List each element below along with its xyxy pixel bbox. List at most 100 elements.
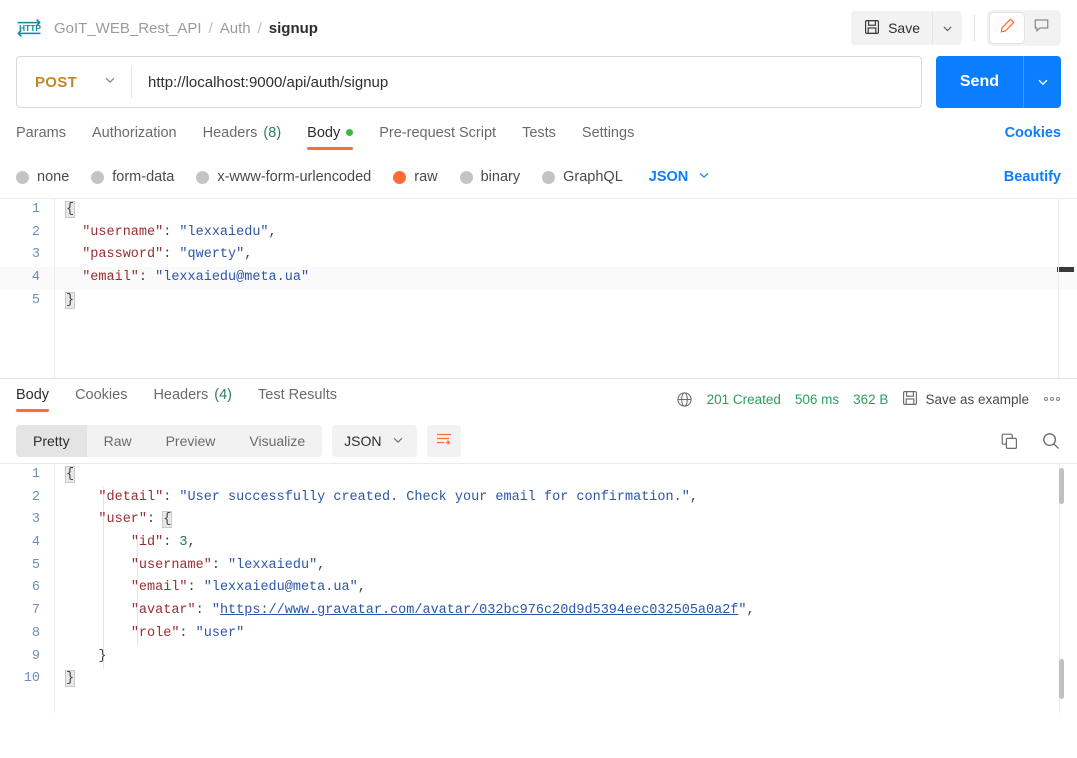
line-content: "password": "qwerty", (82, 247, 253, 263)
breadcrumb-collection[interactable]: GoIT_WEB_Rest_API (54, 20, 202, 37)
send-button[interactable]: Send (936, 56, 1023, 108)
line-content: } (64, 291, 76, 309)
response-scrollbar-thumb-top[interactable] (1059, 468, 1064, 504)
search-icon[interactable] (1041, 431, 1061, 451)
body-type-form-data[interactable]: form-data (91, 169, 174, 185)
copy-icon[interactable] (1000, 432, 1019, 451)
save-as-example-label: Save as example (925, 391, 1029, 407)
cookies-link[interactable]: Cookies (1005, 125, 1061, 150)
body-type-none[interactable]: none (16, 169, 69, 185)
response-body-editor[interactable]: 1 { 2 "detail": "User successfully creat… (0, 463, 1077, 713)
body-type-label: none (37, 169, 70, 185)
response-tab-cookies[interactable]: Cookies (75, 387, 127, 412)
body-type-urlencoded[interactable]: x-www-form-urlencoded (196, 169, 371, 185)
globe-icon[interactable] (676, 391, 693, 408)
http-logo-icon: HTTP (16, 18, 42, 38)
response-scrollbar-thumb-bottom[interactable] (1059, 659, 1064, 699)
view-mode-raw[interactable]: Raw (87, 425, 149, 457)
line-number: 6 (31, 580, 40, 596)
method-label: POST (35, 73, 78, 91)
line-content: "avatar": "https://www.gravatar.com/avat… (130, 603, 755, 619)
tab-label: Params (16, 124, 66, 141)
line-number: 5 (31, 292, 40, 308)
ellipsis-icon[interactable] (1043, 396, 1061, 402)
line-content: "user": { (98, 511, 173, 529)
body-modified-dot-icon (346, 129, 354, 136)
tab-tests[interactable]: Tests (522, 125, 556, 150)
tab-count: (8) (263, 124, 282, 141)
view-mode-visualize[interactable]: Visualize (232, 425, 322, 457)
code-line: 5 "username": "lexxaiedu", (0, 555, 1077, 578)
radio-icon-selected (393, 170, 407, 184)
response-tabs: Body Cookies Headers (4) Test Results 20… (0, 379, 1077, 419)
tab-headers[interactable]: Headers (8) (203, 125, 282, 150)
line-content: "role": "user" (130, 625, 245, 641)
code-line: 5 } (0, 290, 1077, 313)
response-tools-right (1000, 431, 1061, 451)
response-tab-body[interactable]: Body (16, 387, 50, 412)
request-tabs: Params Authorization Headers (8) Body Pr… (0, 118, 1077, 156)
tab-params[interactable]: Params (16, 125, 66, 150)
view-mode-preview[interactable]: Preview (149, 425, 233, 457)
svg-text:HTTP: HTTP (19, 23, 41, 33)
tab-settings[interactable]: Settings (582, 125, 634, 150)
floppy-disk-icon (864, 19, 880, 38)
line-content: "id": 3, (130, 535, 196, 551)
line-number: 1 (31, 202, 40, 217)
request-url-bar: POST Send (0, 56, 1077, 114)
request-editor-scrollbar[interactable] (1057, 267, 1074, 272)
breadcrumb-request[interactable]: signup (269, 20, 318, 37)
line-content: { (64, 466, 76, 483)
response-tab-headers[interactable]: Headers (4) (153, 387, 232, 412)
view-mode-pretty[interactable]: Pretty (16, 425, 87, 457)
comment-mode-button[interactable] (1024, 13, 1058, 43)
edit-mode-button[interactable] (990, 13, 1024, 43)
avatar-url-link[interactable]: https://www.gravatar.com/avatar/032bc976… (220, 603, 738, 618)
request-body-editor[interactable]: 1 { 2 "username": "lexxaiedu", 3 "passwo… (0, 198, 1077, 378)
code-line: 4 "email": "lexxaiedu@meta.ua" (0, 267, 1077, 290)
line-number: 2 (31, 489, 40, 505)
response-toolbar: Pretty Raw Preview Visualize JSON (0, 419, 1077, 463)
role-value: user (203, 625, 237, 641)
code-line: 2 "detail": "User successfully created. … (0, 487, 1077, 510)
line-content: "email": "lexxaiedu@meta.ua" (82, 270, 310, 286)
wrap-text-icon (435, 431, 453, 452)
line-content: } (98, 648, 107, 664)
code-line: 1 { (0, 199, 1077, 222)
radio-icon (542, 170, 556, 184)
tab-body[interactable]: Body (307, 125, 354, 150)
response-format-selector[interactable]: JSON (332, 425, 417, 457)
body-type-graphql[interactable]: GraphQL (542, 169, 623, 185)
response-tab-test-results[interactable]: Test Results (258, 387, 337, 412)
radio-icon (91, 170, 105, 184)
url-input[interactable] (132, 57, 921, 107)
breadcrumb-folder[interactable]: Auth (220, 20, 251, 37)
response-size: 362 B (853, 391, 889, 407)
wrap-text-button[interactable] (426, 425, 461, 457)
body-type-binary[interactable]: binary (459, 169, 520, 185)
body-type-raw[interactable]: raw (393, 169, 438, 185)
tab-label: Tests (522, 124, 556, 141)
tab-authorization[interactable]: Authorization (92, 125, 177, 150)
method-selector[interactable]: POST (17, 57, 131, 107)
code-line: 8 "role": "user" (0, 623, 1077, 646)
radio-icon (459, 170, 473, 184)
tab-label: Pre-request Script (379, 124, 497, 141)
tab-pre-request-script[interactable]: Pre-request Script (379, 125, 496, 150)
save-options-caret[interactable] (932, 11, 962, 45)
radio-icon (16, 170, 29, 184)
raw-format-selector[interactable]: JSON (649, 168, 712, 186)
beautify-button[interactable]: Beautify (1004, 169, 1061, 185)
line-number: 2 (31, 224, 40, 240)
line-content: "username": "lexxaiedu", (130, 557, 326, 573)
detail-value: User successfully created. Check your em… (187, 489, 682, 505)
send-options-caret[interactable] (1023, 56, 1061, 108)
tab-count: (4) (214, 386, 232, 403)
save-button[interactable]: Save (851, 11, 932, 45)
save-as-example-button[interactable]: Save as example (902, 390, 1029, 409)
response-view-modes: Pretty Raw Preview Visualize (16, 425, 323, 457)
raw-format-label: JSON (648, 169, 689, 185)
line-number: 8 (31, 625, 40, 641)
line-content: "email": "lexxaiedu@meta.ua", (130, 580, 366, 596)
header-actions: Save (851, 10, 1061, 46)
